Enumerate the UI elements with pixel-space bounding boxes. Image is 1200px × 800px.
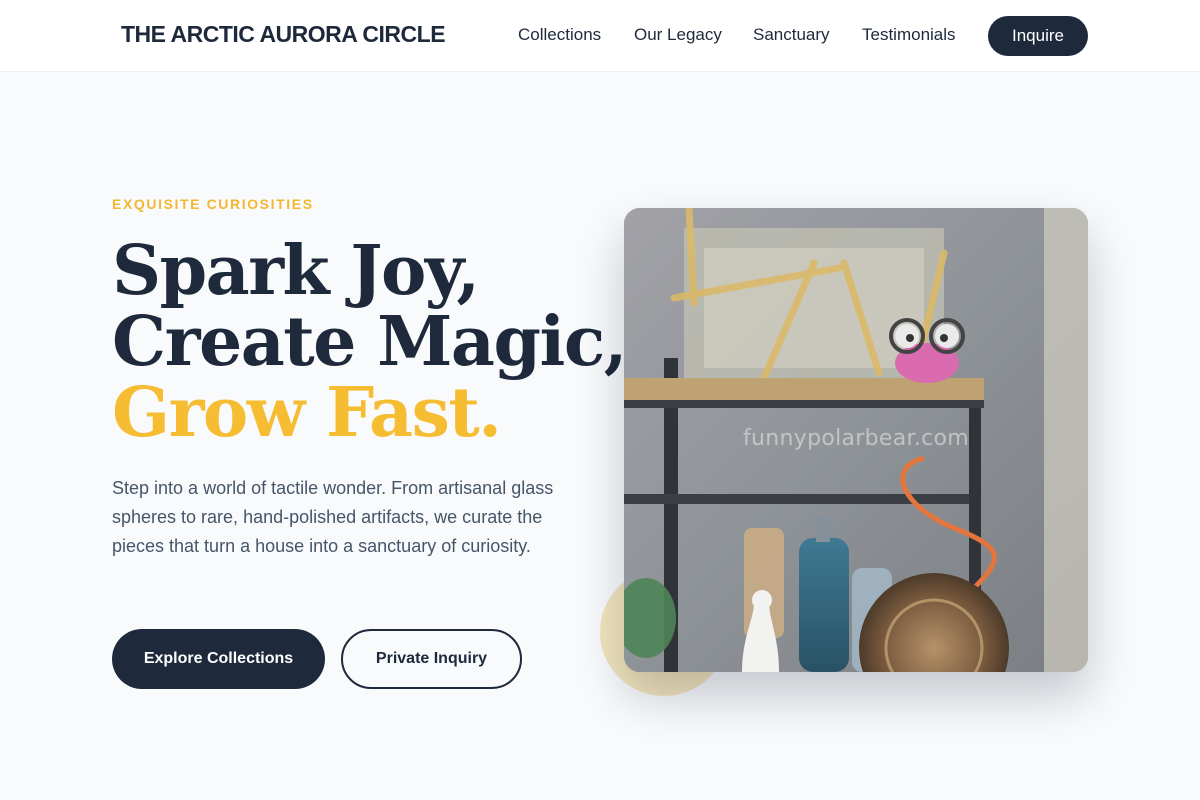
hero-intro-text: Step into a world of tactile wonder. Fro… <box>112 478 554 556</box>
headline-line-2: Create Magic, <box>112 302 627 382</box>
nav-link-sanctuary[interactable]: Sanctuary <box>753 25 830 45</box>
explore-collections-button[interactable]: Explore Collections <box>112 629 325 689</box>
private-inquiry-button[interactable]: Private Inquiry <box>341 629 522 689</box>
headline-line-1: Spark Joy, <box>112 231 480 311</box>
site-header: THE ARCTIC AURORA CIRCLE Collections Our… <box>0 0 1200 72</box>
nav-link-testimonials[interactable]: Testimonials <box>862 25 956 45</box>
headline-line-3: Grow Fast. <box>112 373 502 453</box>
brand-logo[interactable]: THE ARCTIC AURORA CIRCLE <box>121 21 446 48</box>
hero-eyebrow: EXQUISITE CURIOSITIES <box>112 196 314 212</box>
inquire-button[interactable]: Inquire <box>988 16 1088 56</box>
image-watermark: funnypolarbear.com <box>742 426 970 451</box>
nav-link-collections[interactable]: Collections <box>518 25 601 45</box>
hero-headline: Spark Joy, Create Magic, Grow Fast. <box>112 231 627 453</box>
hero-image: funnypolarbear.com <box>624 208 1088 672</box>
nav-link-our-legacy[interactable]: Our Legacy <box>634 25 722 45</box>
